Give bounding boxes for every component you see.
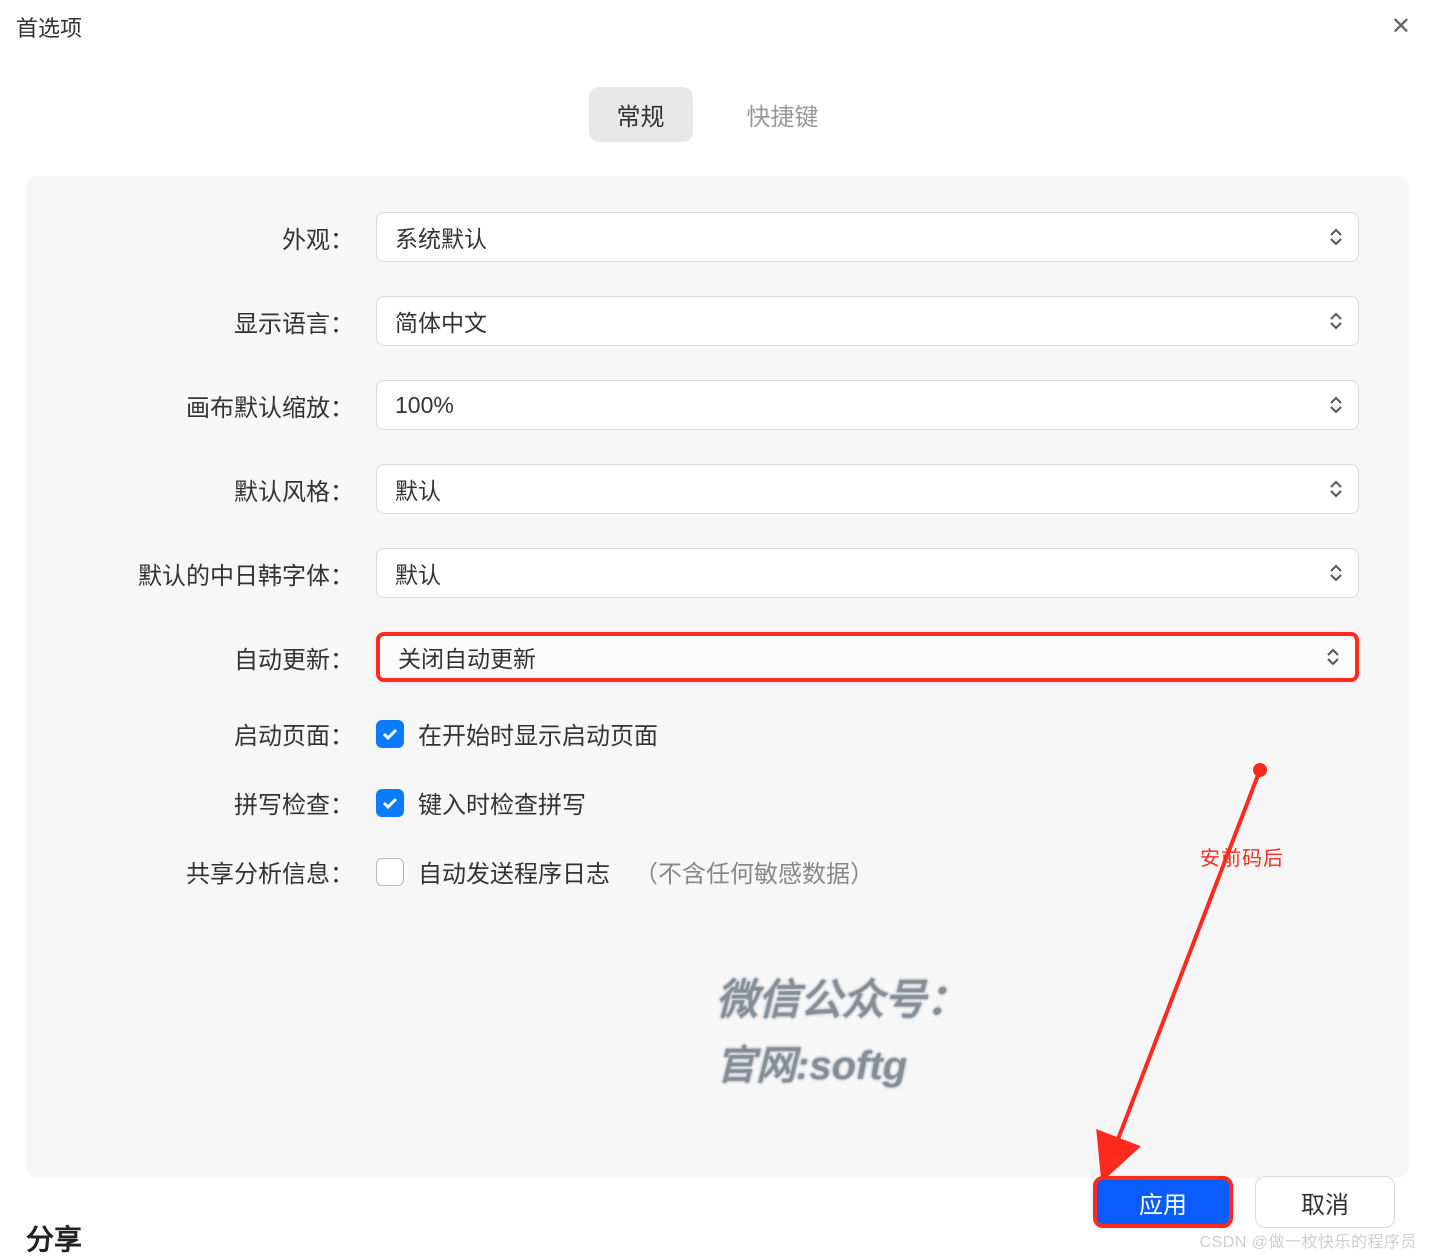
startup-checkbox[interactable] [376, 720, 404, 748]
spellcheck-label: 拼写检查： [76, 785, 376, 820]
cjk-font-value: 默认 [395, 556, 441, 590]
csdn-watermark: CSDN @做一枚快乐的程序员 [1199, 1228, 1417, 1252]
auto-update-label: 自动更新： [76, 640, 376, 675]
cancel-button[interactable]: 取消 [1255, 1176, 1395, 1228]
watermark: 微信公众号： 官网:softg [716, 966, 1186, 1086]
canvas-zoom-select[interactable]: 100% [376, 380, 1359, 430]
tab-general[interactable]: 常规 [589, 87, 693, 142]
startup-label: 启动页面： [76, 716, 376, 751]
canvas-zoom-value: 100% [395, 392, 454, 419]
language-select[interactable]: 简体中文 [376, 296, 1359, 346]
chevron-updown-icon [1330, 312, 1342, 330]
check-icon [382, 796, 398, 810]
apply-button[interactable]: 应用 [1093, 1176, 1233, 1228]
spellcheck-checkbox-label: 键入时检查拼写 [418, 785, 586, 820]
dialog-title: 首选项 [16, 11, 82, 43]
tabs: 常规 快捷键 [0, 61, 1435, 176]
chevron-updown-icon [1330, 564, 1342, 582]
chevron-updown-icon [1330, 396, 1342, 414]
check-icon [382, 727, 398, 741]
general-panel: 外观： 系统默认 显示语言： 简体中文 画布默认缩放： [26, 176, 1409, 1178]
default-style-value: 默认 [395, 472, 441, 506]
analytics-label: 共享分析信息： [76, 854, 376, 889]
auto-update-value: 关闭自动更新 [398, 640, 536, 674]
cjk-font-select[interactable]: 默认 [376, 548, 1359, 598]
default-style-label: 默认风格： [76, 472, 376, 507]
tab-shortcuts[interactable]: 快捷键 [719, 87, 847, 142]
startup-checkbox-label: 在开始时显示启动页面 [418, 716, 658, 751]
spellcheck-checkbox[interactable] [376, 789, 404, 817]
canvas-zoom-label: 画布默认缩放： [76, 388, 376, 423]
close-icon[interactable]: ✕ [1383, 8, 1419, 45]
analytics-checkbox-label: 自动发送程序日志 [418, 854, 610, 889]
analytics-note: （不含任何敏感数据） [634, 854, 874, 889]
chevron-updown-icon [1330, 480, 1342, 498]
appearance-label: 外观： [76, 220, 376, 255]
default-style-select[interactable]: 默认 [376, 464, 1359, 514]
auto-update-select[interactable]: 关闭自动更新 [376, 632, 1359, 682]
appearance-select[interactable]: 系统默认 [376, 212, 1359, 262]
appearance-value: 系统默认 [395, 220, 487, 254]
analytics-checkbox[interactable] [376, 858, 404, 886]
chevron-updown-icon [1327, 648, 1339, 666]
chevron-updown-icon [1330, 228, 1342, 246]
language-value: 简体中文 [395, 304, 487, 338]
cjk-font-label: 默认的中日韩字体： [76, 556, 376, 591]
language-label: 显示语言： [76, 304, 376, 339]
